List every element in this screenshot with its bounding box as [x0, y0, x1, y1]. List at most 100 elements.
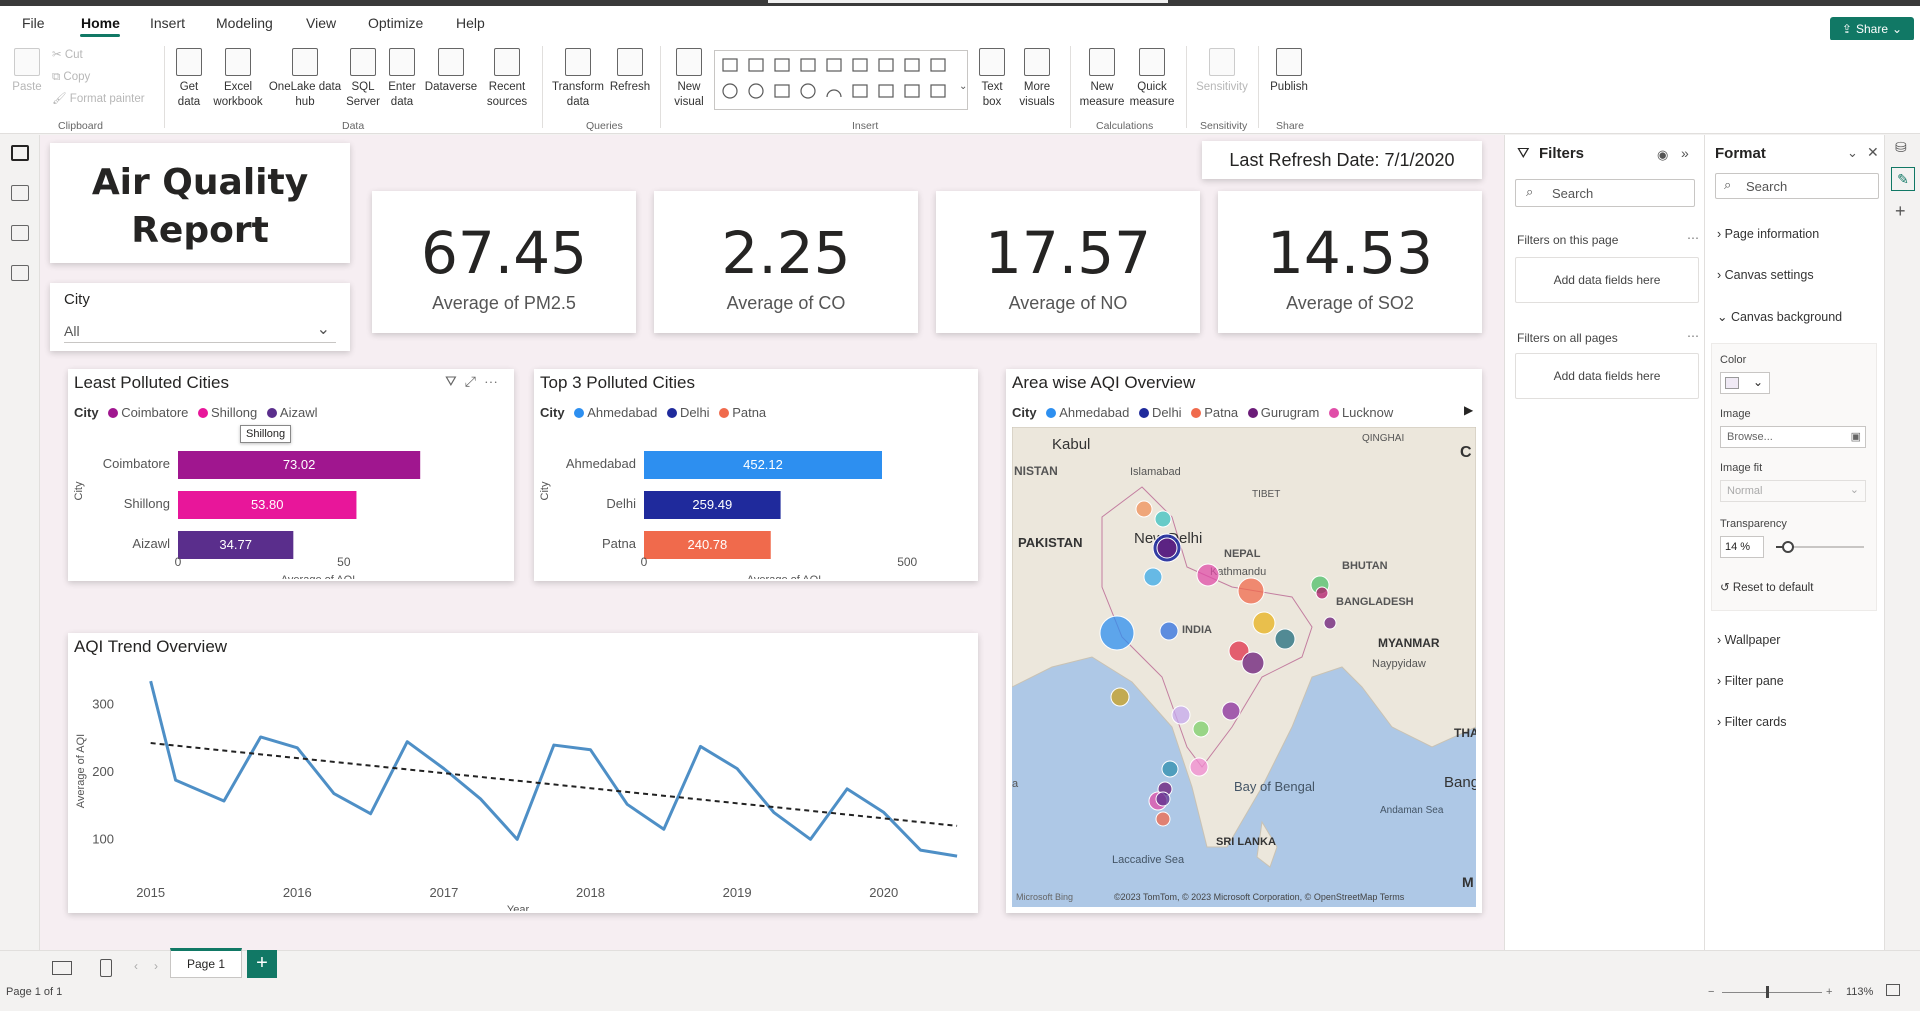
- aqi-trend-visual[interactable]: AQI Trend Overview Average of AQI 100 200 3…: [68, 633, 978, 913]
- map-bubble[interactable]: [1252, 611, 1276, 635]
- map-bubble[interactable]: [1155, 791, 1171, 807]
- map-bubble[interactable]: [1143, 567, 1163, 587]
- refresh-button[interactable]: Refresh: [608, 48, 652, 95]
- map-bubble[interactable]: [1241, 651, 1265, 675]
- india-map[interactable]: Kabul NISTAN Islamabad PAKISTAN New Delh…: [1012, 427, 1476, 907]
- quick-measure-button[interactable]: Quick measure: [1128, 48, 1176, 110]
- format-search-input[interactable]: ⌕ Search: [1715, 173, 1879, 199]
- map-bubble[interactable]: [1135, 500, 1153, 518]
- image-fit-dropdown[interactable]: Normal ⌄: [1720, 480, 1866, 502]
- zoom-slider[interactable]: [1722, 992, 1822, 993]
- slicer-dropdown[interactable]: All ⌄: [64, 317, 336, 343]
- transparency-slider[interactable]: [1776, 541, 1864, 553]
- map-bubble[interactable]: [1196, 563, 1220, 587]
- menu-home[interactable]: Home: [81, 15, 120, 31]
- legend-next-arrow-icon[interactable]: ▶: [1464, 403, 1473, 417]
- zoom-out-icon[interactable]: −: [1708, 986, 1714, 998]
- get-data-button[interactable]: Get data: [168, 48, 210, 110]
- map-bubble[interactable]: [1159, 621, 1179, 641]
- menu-view[interactable]: View: [306, 15, 336, 31]
- dataverse-button[interactable]: Dataverse: [420, 48, 482, 95]
- color-picker[interactable]: ⌄: [1720, 372, 1770, 394]
- all-pages-filter-drop-zone[interactable]: Add data fields here: [1515, 353, 1699, 399]
- map-bubble[interactable]: [1192, 720, 1210, 738]
- map-bubble[interactable]: [1274, 628, 1296, 650]
- desktop-layout-icon[interactable]: [52, 961, 72, 975]
- filter-pane-section[interactable]: › Filter pane: [1717, 674, 1784, 688]
- legend-item[interactable]: Lucknow: [1342, 405, 1393, 420]
- collapse-pane-icon[interactable]: »: [1681, 145, 1689, 161]
- more-options-icon[interactable]: ⋯: [1687, 329, 1699, 343]
- sql-server-button[interactable]: SQL Server: [344, 48, 382, 110]
- aqi-map-visual[interactable]: Area wise AQI Overview City Ahmedabad De…: [1006, 369, 1482, 913]
- legend-item[interactable]: Shillong: [211, 405, 257, 420]
- canvas-settings-section[interactable]: › Canvas settings: [1717, 268, 1814, 282]
- legend-item[interactable]: Delhi: [680, 405, 710, 420]
- add-pane-icon[interactable]: +: [1895, 201, 1906, 222]
- legend-item[interactable]: Coimbatore: [121, 405, 188, 420]
- legend-item[interactable]: Delhi: [1152, 405, 1182, 420]
- transparency-input[interactable]: 14 %: [1720, 536, 1764, 558]
- previous-page-icon[interactable]: ‹: [134, 959, 138, 973]
- map-bubble[interactable]: [1221, 701, 1241, 721]
- map-bubble[interactable]: [1323, 616, 1337, 630]
- slider-thumb[interactable]: [1782, 541, 1795, 553]
- onelake-button[interactable]: OneLake data hub: [266, 48, 344, 110]
- table-view-icon[interactable]: [11, 185, 29, 201]
- aqi-series-line[interactable]: [149, 680, 958, 858]
- copy-button[interactable]: ⧉ Copy: [52, 70, 90, 85]
- filter-cards-section[interactable]: › Filter cards: [1717, 715, 1786, 729]
- map-bubble[interactable]: [1110, 687, 1130, 707]
- reset-to-default-button[interactable]: ↺ Reset to default: [1720, 580, 1813, 594]
- menu-file[interactable]: File: [22, 15, 45, 31]
- wallpaper-section[interactable]: › Wallpaper: [1717, 633, 1780, 647]
- canvas-background-section[interactable]: ⌄ Canvas background: [1717, 309, 1842, 324]
- map-bubble[interactable]: [1154, 510, 1172, 528]
- page-tab[interactable]: Page 1: [170, 948, 242, 978]
- new-measure-button[interactable]: New measure: [1078, 48, 1126, 110]
- model-view-icon[interactable]: [11, 225, 29, 241]
- transform-data-button[interactable]: Transform data: [550, 48, 606, 110]
- map-bubble[interactable]: [1171, 705, 1191, 725]
- menu-modeling[interactable]: Modeling: [216, 15, 273, 31]
- more-options-icon[interactable]: ⋯: [484, 373, 506, 389]
- map-attribution[interactable]: ©2023 TomTom, © 2023 Microsoft Corporati…: [1114, 892, 1405, 902]
- report-view-icon[interactable]: [11, 145, 29, 161]
- top-polluted-visual[interactable]: Top 3 Polluted Cities City Ahmedabad Del…: [534, 369, 978, 581]
- sensitivity-button[interactable]: Sensitivity: [1192, 48, 1252, 95]
- text-box-button[interactable]: Text box: [976, 48, 1008, 110]
- city-slicer[interactable]: City All ⌄: [50, 283, 350, 351]
- filter-icon[interactable]: ⛛: [445, 373, 465, 389]
- focus-mode-icon[interactable]: ⤢: [465, 373, 484, 389]
- map-bubble[interactable]: [1099, 615, 1135, 651]
- new-visual-button[interactable]: New visual: [668, 48, 710, 110]
- map-bubble[interactable]: [1155, 811, 1171, 827]
- legend-item[interactable]: Ahmedabad: [587, 405, 657, 420]
- publish-button[interactable]: Publish: [1264, 48, 1314, 95]
- page-filter-drop-zone[interactable]: Add data fields here: [1515, 257, 1699, 303]
- data-pane-icon[interactable]: ⛁: [1895, 139, 1907, 156]
- next-page-icon[interactable]: ›: [154, 959, 158, 973]
- legend-item[interactable]: Patna: [1204, 405, 1238, 420]
- more-visuals-button[interactable]: More visuals: [1012, 48, 1062, 110]
- legend-item[interactable]: Aizawl: [280, 405, 318, 420]
- image-browse-input[interactable]: Browse... ▣: [1720, 426, 1866, 448]
- format-painter-button[interactable]: 🖌 Format painter: [52, 92, 145, 107]
- cut-button[interactable]: ✂ Cut: [52, 48, 83, 63]
- share-button[interactable]: ⇪ Share ⌄: [1830, 17, 1914, 41]
- dax-query-view-icon[interactable]: [11, 265, 29, 281]
- filters-search-input[interactable]: ⌕ Search: [1515, 179, 1695, 207]
- map-bubble[interactable]: [1161, 760, 1179, 778]
- enter-data-button[interactable]: Enter data: [384, 48, 420, 110]
- fit-to-page-icon[interactable]: [1886, 984, 1900, 996]
- page-information-section[interactable]: › Page information: [1717, 227, 1819, 241]
- mobile-layout-icon[interactable]: [100, 959, 112, 977]
- map-bubble[interactable]: [1189, 757, 1209, 777]
- zoom-slider-thumb[interactable]: [1766, 986, 1769, 998]
- recent-sources-button[interactable]: Recent sources: [484, 48, 530, 110]
- excel-workbook-button[interactable]: Excel workbook: [212, 48, 264, 110]
- eye-icon[interactable]: ◉: [1657, 147, 1668, 163]
- zoom-in-icon[interactable]: +: [1826, 986, 1832, 998]
- map-bubble[interactable]: [1237, 577, 1265, 605]
- menu-insert[interactable]: Insert: [150, 15, 185, 31]
